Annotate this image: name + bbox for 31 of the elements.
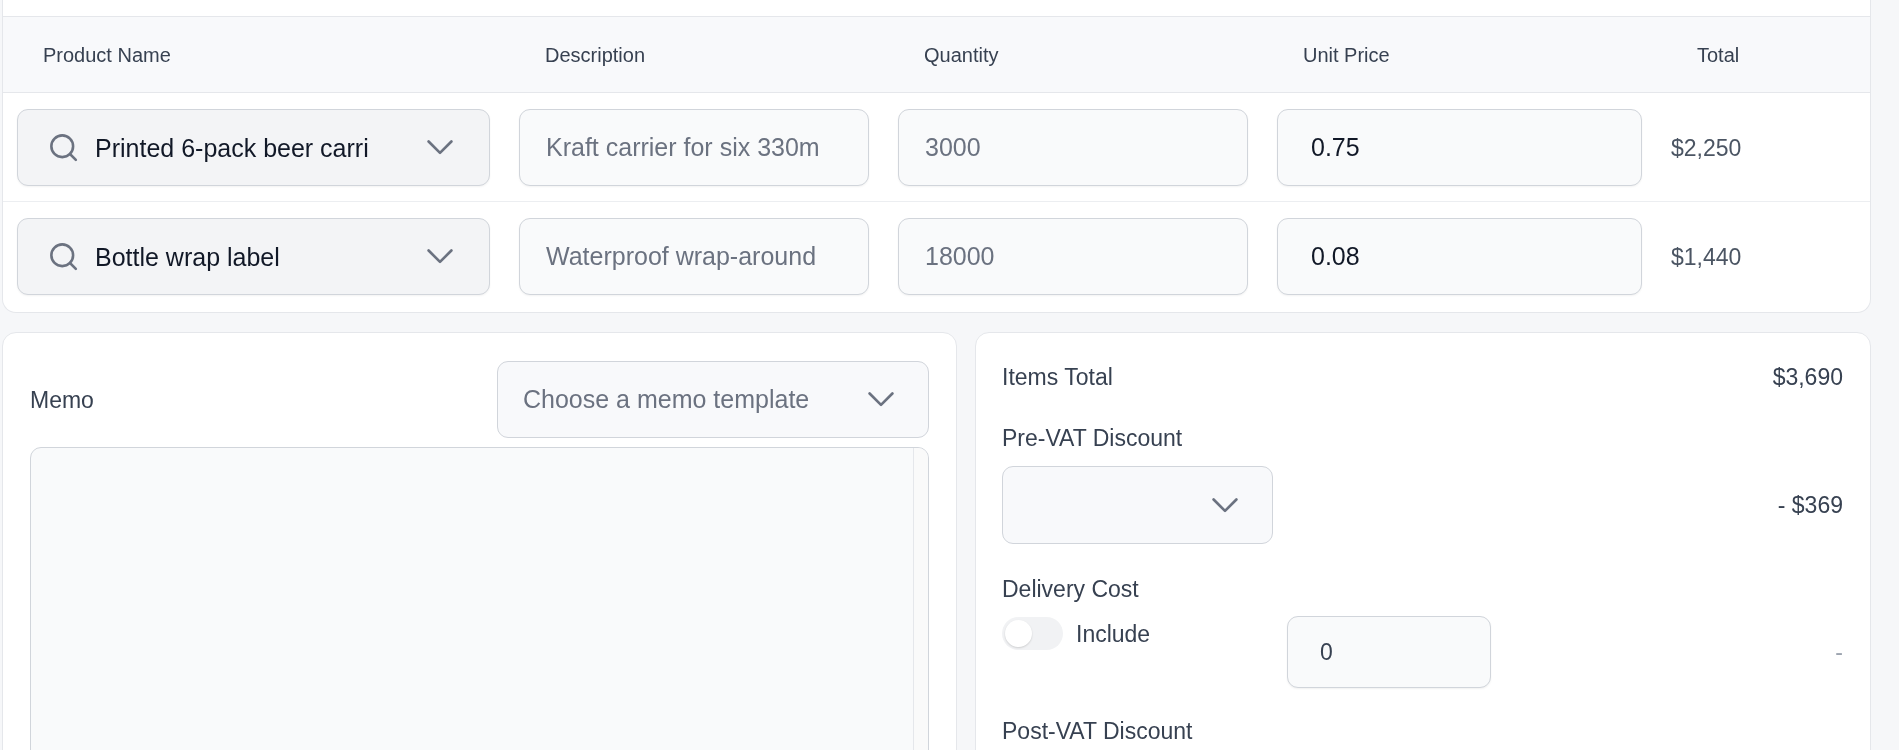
include-toggle[interactable]: [1002, 617, 1063, 650]
chevron-down-icon: [1212, 497, 1238, 513]
search-icon: [50, 133, 78, 162]
column-header: Unit Price: [1302, 42, 1391, 67]
pre-vat-discount-label: Pre-VAT Discount: [1002, 424, 1184, 452]
unit-price-input[interactable]: 0.08: [1277, 218, 1642, 295]
delivery-cost-input[interactable]: 0: [1287, 616, 1491, 688]
chevron-down-icon: [868, 392, 894, 407]
product-select[interactable]: Bottle wrap label: [17, 218, 490, 295]
discount-amount: - $369: [1777, 491, 1843, 519]
chevron-down-icon: [427, 140, 453, 155]
column-header: Description: [544, 42, 647, 67]
column-header: Total: [1696, 42, 1741, 67]
items-total-amount: $3,690: [1772, 363, 1843, 391]
row-total: $1,440: [1671, 242, 1743, 271]
delivery-amount: -: [1835, 638, 1843, 666]
memo-label: Memo: [30, 385, 94, 414]
toggle-label: Include: [1076, 619, 1151, 648]
column-header: Product Name: [42, 42, 172, 67]
items-total-label: Items Total: [1002, 363, 1113, 391]
unit-price-input[interactable]: 0.75: [1277, 109, 1642, 186]
delivery-cost-label: Delivery Cost: [1002, 575, 1140, 603]
row-total: $2,250: [1671, 133, 1743, 162]
post-vat-discount-label: Post-VAT Discount: [1002, 717, 1194, 745]
search-icon: [50, 242, 78, 271]
discount-select[interactable]: [1002, 466, 1273, 544]
product-select[interactable]: Printed 6-pack beer carri: [17, 109, 490, 186]
memo-template-select[interactable]: Choose a memo template: [497, 361, 929, 438]
chevron-down-icon: [427, 249, 453, 264]
column-header: Quantity: [923, 42, 1000, 67]
memo-textarea[interactable]: [30, 447, 929, 750]
